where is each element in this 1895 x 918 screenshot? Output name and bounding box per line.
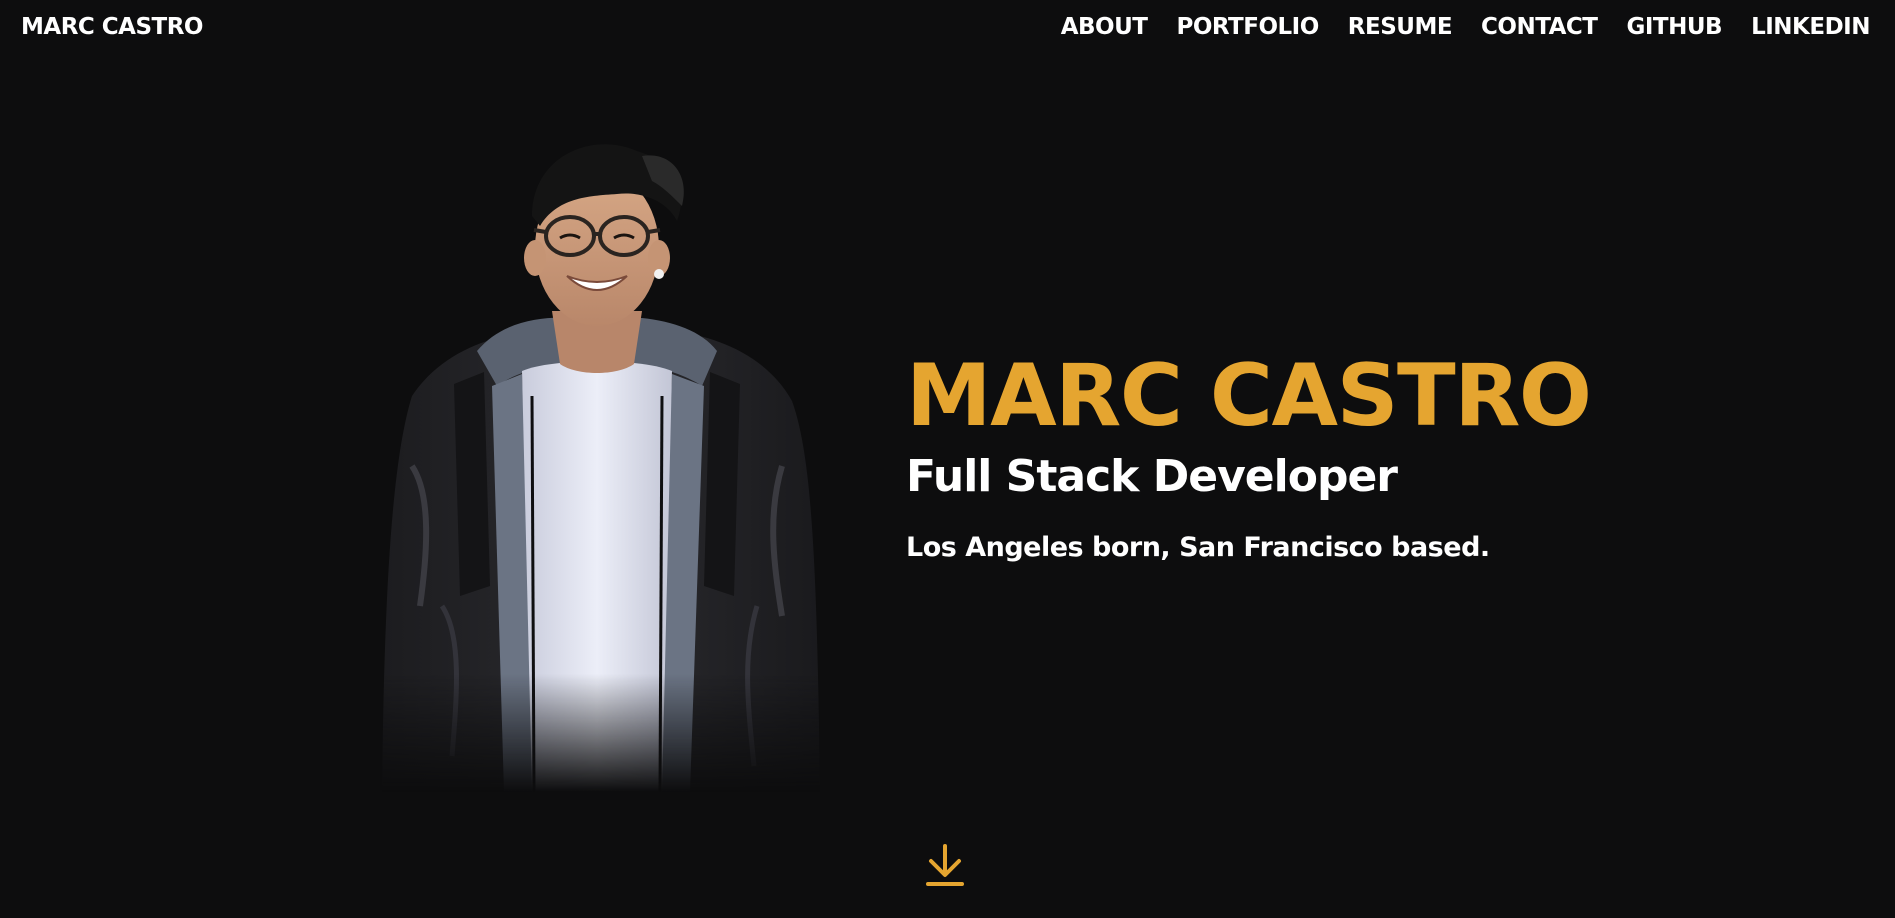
nav-link-linkedin[interactable]: LINKEDIN [1751, 14, 1870, 40]
nav-links: ABOUT PORTFOLIO RESUME CONTACT GITHUB LI… [1061, 14, 1871, 40]
nav-link-about[interactable]: ABOUT [1061, 14, 1148, 40]
nav-link-github[interactable]: GITHUB [1627, 14, 1723, 40]
nav-link-resume[interactable]: RESUME [1348, 14, 1453, 40]
nav-link-portfolio[interactable]: PORTFOLIO [1176, 14, 1319, 40]
hero-name: MARC CASTRO [906, 346, 1592, 446]
brand-logo[interactable]: MARC CASTRO [21, 14, 203, 40]
nav-link-contact[interactable]: CONTACT [1481, 14, 1598, 40]
download-arrow-icon[interactable] [924, 842, 966, 888]
hero-tagline: Los Angeles born, San Francisco based. [906, 532, 1490, 563]
profile-photo [382, 144, 820, 792]
hero-role: Full Stack Developer [906, 451, 1398, 502]
hero-text: MARC CASTRO Full Stack Developer Los Ang… [906, 346, 1592, 564]
navbar: MARC CASTRO ABOUT PORTFOLIO RESUME CONTA… [0, 0, 1895, 58]
